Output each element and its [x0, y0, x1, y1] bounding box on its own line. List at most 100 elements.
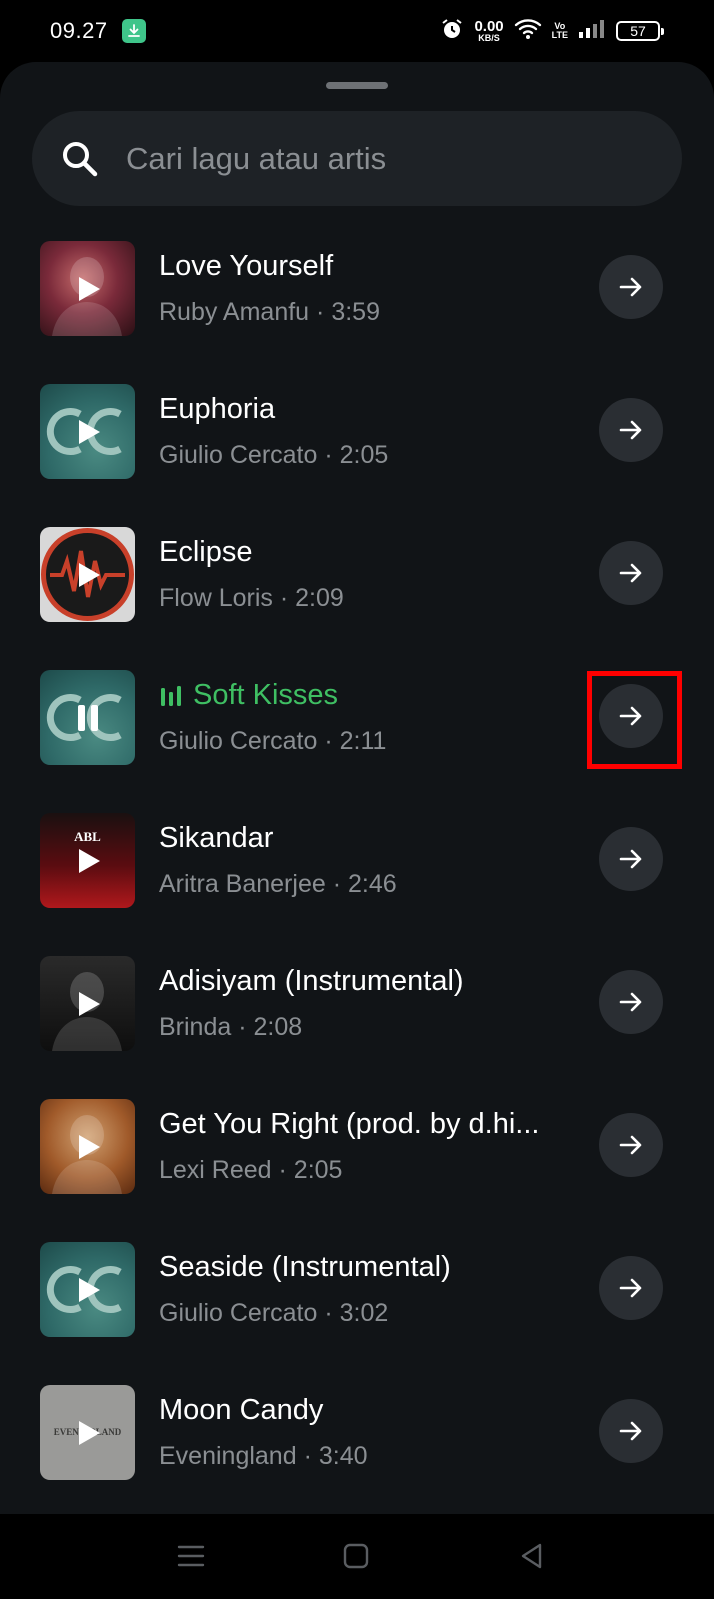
thumb-play-overlay[interactable]: [40, 384, 135, 479]
select-song-button[interactable]: [599, 255, 663, 319]
sheet-drag-handle[interactable]: [326, 82, 388, 89]
play-icon[interactable]: [73, 1418, 103, 1448]
song-subtitle: Aritra Banerjee · 2:46: [159, 870, 569, 899]
song-duration: 2:05: [339, 441, 389, 469]
play-icon[interactable]: [73, 560, 103, 590]
thumb-play-overlay[interactable]: [40, 241, 135, 336]
song-subtitle: Flow Loris · 2:09: [159, 584, 569, 613]
equalizer-icon: [161, 686, 181, 706]
thumb-play-overlay[interactable]: [40, 813, 135, 908]
highlight-box: [587, 671, 682, 769]
menu-icon[interactable]: [173, 1538, 209, 1574]
song-row[interactable]: Get You Right (prod. by d.hi... Lexi Reed…: [0, 1096, 714, 1239]
thumb-play-overlay[interactable]: [40, 1099, 135, 1194]
arrow-right-icon: [619, 420, 642, 440]
song-row[interactable]: Euphoria Giulio Cercato · 2:05: [0, 381, 714, 524]
song-subtitle: Lexi Reed · 2:05: [159, 1156, 569, 1185]
song-title: Seaside (Instrumental): [159, 1251, 451, 1283]
net-speed-unit: KB/S: [478, 33, 500, 43]
album-art[interactable]: ABL: [40, 813, 135, 908]
select-song-button[interactable]: [599, 1256, 663, 1320]
song-picker-sheet: Love Yourself Ruby Amanfu · 3:59 Euphoria G…: [0, 62, 714, 1514]
arrow-right-icon: [619, 1421, 642, 1441]
select-song-button[interactable]: [599, 398, 663, 462]
volte-indicator: Vo LTE: [552, 22, 568, 40]
thumb-play-overlay[interactable]: [40, 1385, 135, 1480]
select-song-button[interactable]: [599, 541, 663, 605]
play-icon[interactable]: [73, 1275, 103, 1305]
square-icon[interactable]: [338, 1538, 374, 1574]
search-input[interactable]: [126, 111, 666, 206]
song-artist: Giulio Cercato: [159, 727, 318, 755]
song-subtitle: Giulio Cercato · 2:11: [159, 727, 569, 756]
song-row[interactable]: Love Yourself Ruby Amanfu · 3:59: [0, 238, 714, 381]
album-art[interactable]: [40, 241, 135, 336]
subtitle-separator: ·: [231, 1013, 254, 1041]
song-artist: Flow Loris: [159, 584, 273, 612]
select-song-button[interactable]: [599, 827, 663, 891]
song-duration: 2:08: [253, 1013, 303, 1041]
song-title-line: Adisiyam (Instrumental): [159, 965, 569, 998]
song-title-line: Sikandar: [159, 822, 569, 855]
subtitle-separator: ·: [272, 584, 296, 612]
pause-icon[interactable]: [73, 703, 103, 733]
subtitle-separator: ·: [325, 870, 348, 898]
song-subtitle: Giulio Cercato · 3:02: [159, 1299, 569, 1328]
song-title: Moon Candy: [159, 1394, 324, 1426]
song-subtitle: Giulio Cercato · 2:05: [159, 441, 569, 470]
song-row[interactable]: Eclipse Flow Loris · 2:09: [0, 524, 714, 667]
album-art[interactable]: EVENINGLAND: [40, 1385, 135, 1480]
song-duration: 2:11: [339, 727, 387, 755]
network-speed: 0.00 KB/S: [474, 19, 503, 43]
volte-bottom: LTE: [551, 30, 568, 40]
song-title: Adisiyam (Instrumental): [159, 965, 464, 997]
song-subtitle: Brinda · 2:08: [159, 1013, 569, 1042]
song-title: Eclipse: [159, 536, 253, 568]
thumb-play-overlay[interactable]: [40, 670, 135, 765]
back-triangle-icon[interactable]: [514, 1538, 550, 1574]
thumb-play-overlay[interactable]: [40, 527, 135, 622]
search-bar[interactable]: [32, 111, 682, 206]
song-duration: 2:46: [347, 870, 397, 898]
song-row[interactable]: EVENINGLAND Moon Candy Eveningland · 3:40: [0, 1382, 714, 1525]
play-icon[interactable]: [73, 1132, 103, 1162]
album-art[interactable]: [40, 956, 135, 1051]
status-time: 09.27: [50, 18, 108, 43]
alarm-icon: [440, 17, 464, 46]
subtitle-separator: ·: [317, 1299, 340, 1327]
song-title-line: Seaside (Instrumental): [159, 1251, 569, 1284]
status-bar: 09.27 0.00 KB/S Vo LTE 57: [0, 0, 714, 62]
select-song-button[interactable]: [599, 1399, 663, 1463]
song-row[interactable]: Soft Kisses Giulio Cercato · 2:11: [0, 667, 714, 810]
song-artist: Brinda: [159, 1013, 232, 1041]
album-art[interactable]: [40, 1242, 135, 1337]
thumb-play-overlay[interactable]: [40, 956, 135, 1051]
song-row[interactable]: Adisiyam (Instrumental) Brinda · 2:08: [0, 953, 714, 1096]
subtitle-separator: ·: [271, 1156, 294, 1184]
select-song-button[interactable]: [599, 970, 663, 1034]
play-icon[interactable]: [73, 846, 103, 876]
album-art[interactable]: [40, 527, 135, 622]
wifi-icon: [514, 17, 542, 46]
song-title-line: Soft Kisses: [159, 679, 569, 712]
play-icon[interactable]: [73, 274, 103, 304]
song-title: Soft Kisses: [193, 679, 339, 711]
play-icon[interactable]: [73, 989, 103, 1019]
album-art[interactable]: [40, 670, 135, 765]
thumb-play-overlay[interactable]: [40, 1242, 135, 1337]
album-art[interactable]: [40, 1099, 135, 1194]
song-row[interactable]: Seaside (Instrumental) Giulio Cercato · 3…: [0, 1239, 714, 1382]
search-icon: [63, 142, 98, 177]
net-speed-value: 0.00: [474, 18, 504, 35]
song-title-line: Get You Right (prod. by d.hi...: [159, 1108, 569, 1141]
arrow-right-icon: [619, 1278, 642, 1298]
song-duration: 3:02: [339, 1299, 389, 1327]
song-artist: Ruby Amanfu: [159, 298, 310, 326]
song-subtitle: Ruby Amanfu · 3:59: [159, 298, 569, 327]
play-icon[interactable]: [73, 417, 103, 447]
song-row[interactable]: ABL Sikandar Aritra Banerjee · 2:46: [0, 810, 714, 953]
album-art[interactable]: [40, 384, 135, 479]
select-song-button[interactable]: [599, 1113, 663, 1177]
arrow-right-icon: [619, 1135, 642, 1155]
song-title: Sikandar: [159, 822, 274, 854]
